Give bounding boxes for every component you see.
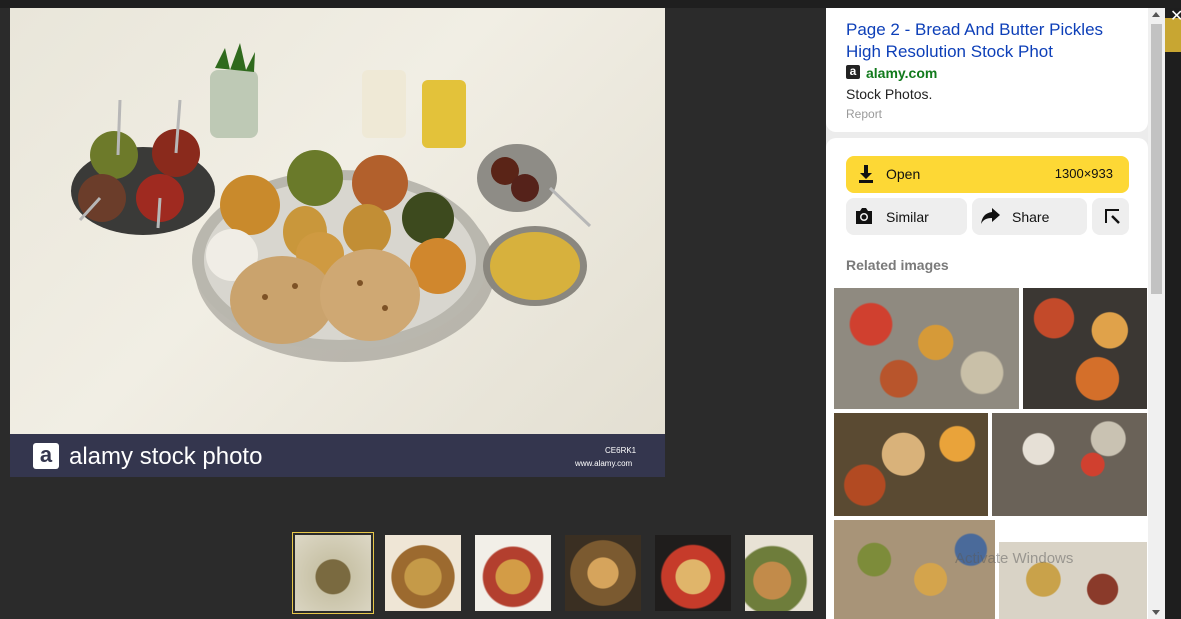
thumbnail-item[interactable] (472, 532, 554, 614)
crop-icon (1105, 209, 1120, 224)
result-title-link[interactable]: Page 2 - Bread And Butter Pickles High R… (846, 19, 1136, 63)
scroll-down-icon[interactable] (1152, 610, 1160, 615)
watermark-text: alamy stock photo (69, 443, 263, 470)
share-arrow-icon (981, 208, 1000, 224)
related-image[interactable] (992, 413, 1147, 516)
related-image[interactable] (1023, 288, 1147, 409)
camera-search-icon (856, 208, 872, 224)
close-icon[interactable]: ✕ (1170, 6, 1181, 26)
thumbnail-item[interactable] (562, 532, 644, 614)
scroll-up-icon[interactable] (1152, 12, 1160, 17)
related-image[interactable] (834, 520, 995, 619)
alamy-logo: a (33, 443, 59, 469)
food-photo (10, 8, 665, 434)
source-logo-icon: a (846, 65, 860, 79)
main-image[interactable]: a alamy stock photo CE6RK1 www.alamy.com (10, 8, 665, 477)
side-panel: Page 2 - Bread And Butter Pickles High R… (826, 8, 1148, 619)
share-label: Share (1012, 209, 1050, 225)
related-image[interactable] (834, 413, 988, 516)
report-link[interactable]: Report (846, 107, 882, 121)
download-icon (859, 165, 873, 183)
right-edge (1165, 8, 1181, 619)
similar-label: Similar (886, 209, 929, 225)
image-size: 1300×933 (1054, 166, 1113, 181)
activate-windows-watermark: Activate Windows (955, 550, 1074, 567)
thumbnail-item[interactable] (652, 532, 734, 614)
related-image[interactable] (834, 288, 1019, 409)
source-name[interactable]: alamy.com (866, 65, 937, 81)
panel-scrollbar[interactable] (1148, 8, 1165, 619)
thumbnail-item[interactable] (292, 532, 374, 614)
top-strip (0, 0, 1181, 8)
info-card: Page 2 - Bread And Butter Pickles High R… (826, 8, 1148, 132)
scrollbar-thumb[interactable] (1151, 24, 1162, 294)
thumbnail-item[interactable] (742, 532, 816, 614)
watermark-bar: a alamy stock photo CE6RK1 www.alamy.com (10, 434, 665, 477)
share-button[interactable]: Share (972, 198, 1087, 235)
watermark-url: www.alamy.com (575, 459, 633, 468)
description: Stock Photos. (846, 86, 933, 102)
related-images-title: Related images (846, 257, 949, 273)
open-button[interactable]: Open 1300×933 (846, 156, 1129, 193)
open-label: Open (886, 166, 921, 182)
thumbnail-item[interactable] (382, 532, 464, 614)
related-image[interactable] (999, 520, 1147, 619)
actions-card: Open 1300×933 Similar Share Related imag… (826, 138, 1148, 619)
crop-search-button[interactable] (1092, 198, 1129, 235)
similar-button[interactable]: Similar (846, 198, 967, 235)
watermark-code: CE6RK1 (605, 446, 637, 455)
